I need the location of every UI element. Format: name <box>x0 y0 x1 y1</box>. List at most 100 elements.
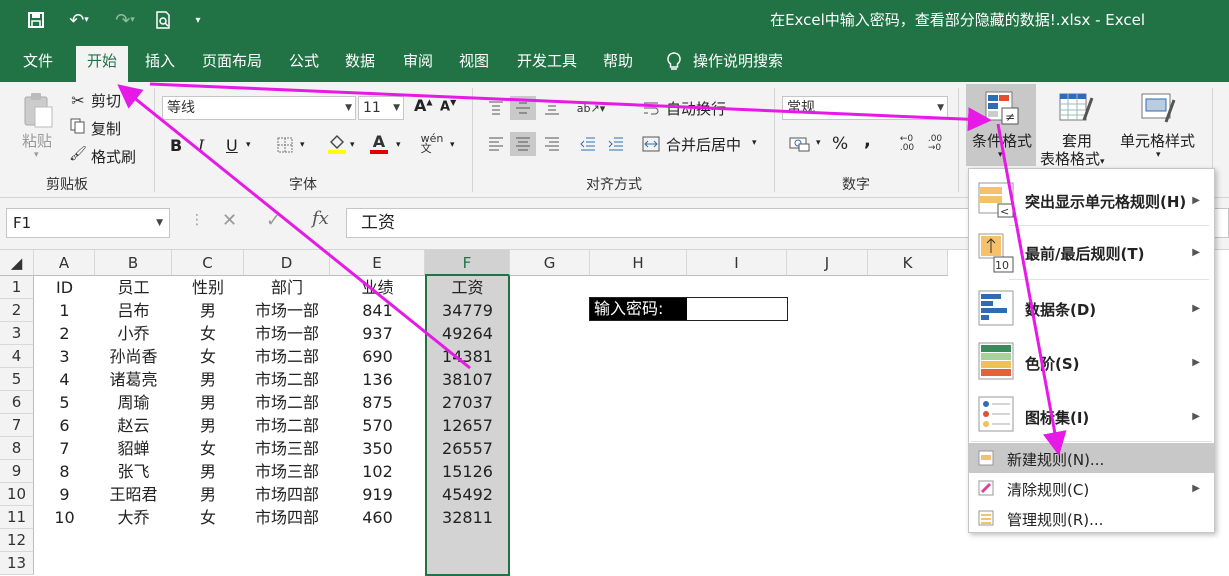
table-cell[interactable]: 3 <box>34 345 95 368</box>
row-header-4[interactable]: 4 <box>0 345 34 368</box>
font-name-box[interactable]: 等线 ▼ <box>162 96 356 120</box>
tab-developer[interactable]: 开发工具 <box>508 46 586 82</box>
table-cell[interactable]: 男 <box>172 414 244 437</box>
cut-icon[interactable]: ✂ <box>68 90 88 110</box>
paste-label[interactable]: 粘贴 <box>22 130 52 151</box>
copy-icon[interactable] <box>68 116 88 136</box>
table-cell[interactable]: 32811 <box>425 506 510 529</box>
save-icon[interactable] <box>24 8 48 32</box>
cell-styles-dropdown-icon[interactable]: ▾ <box>1156 150 1161 160</box>
table-cell[interactable]: 2 <box>34 322 95 345</box>
italic-button[interactable]: I <box>198 136 204 155</box>
tab-home[interactable]: 开始 <box>76 46 128 82</box>
table-cell[interactable]: 市场一部 <box>244 299 330 322</box>
row-header-11[interactable]: 11 <box>0 506 34 529</box>
fill-color-dropdown-icon[interactable]: ▾ <box>350 140 355 150</box>
comma-style-button[interactable]: , <box>864 130 871 151</box>
customize-toolbar-icon[interactable]: ▾ <box>190 8 206 32</box>
column-header-g[interactable]: G <box>510 250 590 276</box>
insert-function-icon[interactable]: fx <box>312 208 329 229</box>
menu-item-highlight-cells-rules[interactable]: < 突出显示单元格规则(H) ▶ <box>969 175 1214 225</box>
table-cell[interactable]: 937 <box>330 322 425 345</box>
table-cell[interactable]: 1 <box>34 299 95 322</box>
menu-item-manage-rules[interactable]: 管理规则(R)... <box>969 503 1214 533</box>
table-cell[interactable]: 市场二部 <box>244 391 330 414</box>
header-cell[interactable]: 业绩 <box>330 276 425 299</box>
table-cell[interactable]: 貂蝉 <box>95 437 172 460</box>
format-as-table-label-2[interactable]: 表格格式▾ <box>1040 148 1105 169</box>
tab-file[interactable]: 文件 <box>14 46 62 82</box>
table-cell[interactable]: 34779 <box>425 299 510 322</box>
merge-center-button[interactable]: 合并后居中 <box>666 134 741 155</box>
row-header-3[interactable]: 3 <box>0 322 34 345</box>
table-cell[interactable]: 38107 <box>425 368 510 391</box>
table-cell[interactable]: 市场三部 <box>244 437 330 460</box>
table-cell[interactable]: 15126 <box>425 460 510 483</box>
wrap-text-button[interactable]: 自动换行 <box>666 98 726 119</box>
tab-insert[interactable]: 插入 <box>136 46 184 82</box>
table-cell[interactable]: 5 <box>34 391 95 414</box>
name-box[interactable]: F1 ▼ <box>6 208 170 238</box>
table-cell[interactable]: 690 <box>330 345 425 368</box>
phonetic-dropdown-icon[interactable]: ▾ <box>450 140 455 150</box>
font-color-dropdown-icon[interactable]: ▾ <box>396 140 401 150</box>
align-top-icon[interactable] <box>484 96 508 120</box>
menu-item-top-bottom-rules[interactable]: 10 最前/最后规则(T) ▶ <box>969 227 1214 279</box>
increase-font-size-button[interactable]: A▲ <box>414 96 433 115</box>
table-cell[interactable]: 男 <box>172 299 244 322</box>
table-cell[interactable]: 14381 <box>425 345 510 368</box>
header-cell[interactable]: ID <box>34 276 95 299</box>
align-center-icon[interactable] <box>510 132 536 156</box>
column-header-i[interactable]: I <box>687 250 787 276</box>
table-cell[interactable]: 大乔 <box>95 506 172 529</box>
column-header-b[interactable]: B <box>95 250 172 276</box>
phonetic-guide-icon[interactable]: wén 文 <box>420 132 444 156</box>
table-cell[interactable]: 9 <box>34 483 95 506</box>
row-header-12[interactable]: 12 <box>0 529 34 552</box>
row-header-7[interactable]: 7 <box>0 414 34 437</box>
header-cell[interactable]: 性别 <box>172 276 244 299</box>
row-header-2[interactable]: 2 <box>0 299 34 322</box>
increase-indent-icon[interactable] <box>604 132 628 156</box>
table-cell[interactable]: 10 <box>34 506 95 529</box>
align-left-icon[interactable] <box>484 132 508 156</box>
merge-dropdown-icon[interactable]: ▾ <box>752 138 757 148</box>
row-header-9[interactable]: 9 <box>0 460 34 483</box>
table-cell[interactable]: 市场四部 <box>244 506 330 529</box>
borders-dropdown-icon[interactable]: ▾ <box>300 140 305 150</box>
accounting-format-icon[interactable] <box>786 132 814 156</box>
table-cell[interactable]: 市场三部 <box>244 460 330 483</box>
menu-item-color-scales[interactable]: 色阶(S) ▶ <box>969 335 1214 389</box>
row-header-8[interactable]: 8 <box>0 437 34 460</box>
format-painter-button[interactable]: 格式刷 <box>91 146 136 167</box>
fill-color-icon[interactable] <box>326 132 348 156</box>
header-cell[interactable]: 部门 <box>244 276 330 299</box>
table-cell[interactable]: 张飞 <box>95 460 172 483</box>
table-cell[interactable]: 市场二部 <box>244 345 330 368</box>
accounting-dropdown-icon[interactable]: ▾ <box>816 138 821 148</box>
table-cell[interactable]: 136 <box>330 368 425 391</box>
cell-styles-label[interactable]: 单元格样式 <box>1120 130 1195 151</box>
format-as-table-icon[interactable] <box>1056 88 1096 128</box>
table-cell[interactable]: 4 <box>34 368 95 391</box>
enter-icon[interactable]: ✓ <box>266 210 281 231</box>
menu-item-data-bars[interactable]: 数据条(D) ▶ <box>969 281 1214 335</box>
table-cell[interactable]: 8 <box>34 460 95 483</box>
table-cell[interactable]: 小乔 <box>95 322 172 345</box>
menu-item-icon-sets[interactable]: 图标集(I) ▶ <box>969 389 1214 441</box>
column-header-a[interactable]: A <box>34 250 95 276</box>
table-cell[interactable]: 7 <box>34 437 95 460</box>
table-cell[interactable]: 26557 <box>425 437 510 460</box>
column-header-h[interactable]: H <box>590 250 687 276</box>
table-cell[interactable]: 49264 <box>425 322 510 345</box>
table-cell[interactable]: 市场一部 <box>244 322 330 345</box>
tab-review[interactable]: 审阅 <box>394 46 442 82</box>
paste-dropdown-icon[interactable]: ▾ <box>34 150 39 160</box>
password-box[interactable]: 输入密码: <box>589 297 788 321</box>
cell-styles-icon[interactable] <box>1138 88 1178 128</box>
table-cell[interactable]: 27037 <box>425 391 510 414</box>
print-preview-icon[interactable] <box>150 8 176 32</box>
column-header-e[interactable]: E <box>330 250 425 276</box>
table-cell[interactable]: 男 <box>172 368 244 391</box>
select-all-corner[interactable]: ◢ <box>0 250 34 276</box>
